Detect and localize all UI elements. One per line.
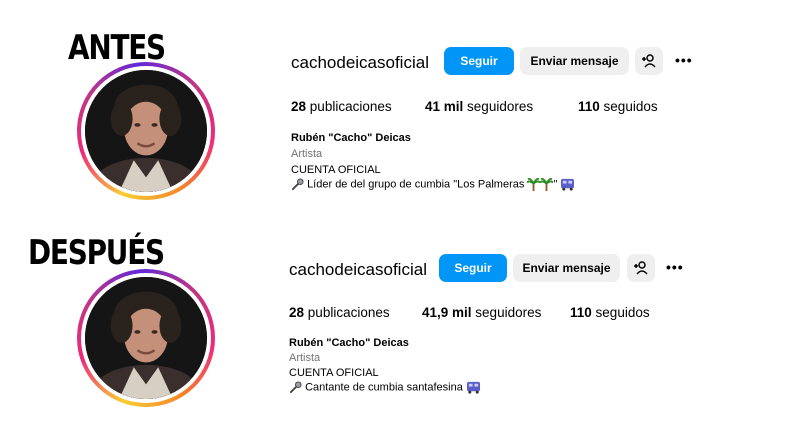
add-person-icon — [634, 261, 648, 275]
avatar-photo — [85, 70, 207, 192]
stat-following[interactable]: 110 seguidos — [570, 305, 650, 320]
bio-line-account: CUENTA OFICIAL — [291, 164, 381, 176]
bio-description-text: Cantante de cumbia santafesina — [305, 381, 463, 394]
closing-quote: " — [553, 178, 558, 191]
stat-followers[interactable]: 41,9 mil seguidores — [422, 305, 541, 320]
bio-line-description: Cantante de cumbia santafesina — [289, 381, 481, 394]
following-label: seguidos — [603, 99, 658, 114]
palm-tree-icon — [527, 178, 541, 191]
more-options-icon[interactable]: ••• — [675, 52, 693, 68]
bus-icon — [561, 178, 575, 191]
bio-description-text: Líder de del grupo de cumbia "Los Palmer… — [307, 178, 525, 191]
avatar — [85, 277, 207, 399]
more-options-icon[interactable]: ••• — [666, 259, 684, 275]
username: cachodeicasoficial — [291, 53, 429, 72]
following-count: 110 — [570, 305, 592, 320]
bio-line-account: CUENTA OFICIAL — [289, 367, 379, 379]
add-person-button[interactable] — [635, 47, 663, 75]
profile-before: ANTES cachodeicasoficial Seguir Enviar m… — [0, 0, 790, 215]
profile-after: DESPUÉS cachodeicasoficial Seguir Enviar… — [0, 215, 790, 430]
bio-name: Rubén "Cacho" Deicas — [289, 337, 409, 349]
bio-name: Rubén "Cacho" Deicas — [291, 132, 411, 144]
profile-avatar-ring[interactable] — [77, 62, 215, 200]
followers-label: seguidores — [467, 99, 534, 114]
stat-posts: 28 publicaciones — [289, 305, 390, 320]
username: cachodeicasoficial — [289, 260, 427, 279]
bio-category: Artista — [291, 148, 323, 160]
following-count: 110 — [578, 99, 600, 114]
follow-button[interactable]: Seguir — [439, 254, 507, 282]
posts-count: 28 — [289, 305, 305, 320]
bio-line-description: Líder de del grupo de cumbia "Los Palmer… — [291, 178, 575, 191]
add-person-icon — [642, 54, 656, 68]
stat-following[interactable]: 110 seguidos — [578, 99, 658, 114]
followers-label: seguidores — [475, 305, 542, 320]
add-person-button[interactable] — [627, 254, 655, 282]
bio-category: Artista — [289, 352, 321, 364]
followers-count: 41,9 mil — [422, 305, 472, 320]
send-message-button[interactable]: Enviar mensaje — [513, 254, 620, 282]
following-label: seguidos — [595, 305, 650, 320]
posts-count: 28 — [291, 99, 307, 114]
posts-label: publicaciones — [309, 99, 392, 114]
palm-tree-icon — [540, 178, 554, 191]
stat-posts: 28 publicaciones — [291, 99, 392, 114]
follow-button[interactable]: Seguir — [444, 47, 514, 75]
stat-followers[interactable]: 41 mil seguidores — [425, 99, 533, 114]
send-message-button[interactable]: Enviar mensaje — [520, 47, 629, 75]
avatar-photo — [85, 277, 207, 399]
avatar — [85, 70, 207, 192]
microphone-icon — [291, 178, 304, 191]
followers-count: 41 mil — [425, 99, 464, 114]
after-label: DESPUÉS — [28, 233, 165, 273]
microphone-icon — [289, 381, 302, 394]
bus-icon — [466, 381, 480, 394]
posts-label: publicaciones — [307, 305, 390, 320]
profile-avatar-ring[interactable] — [77, 269, 215, 407]
